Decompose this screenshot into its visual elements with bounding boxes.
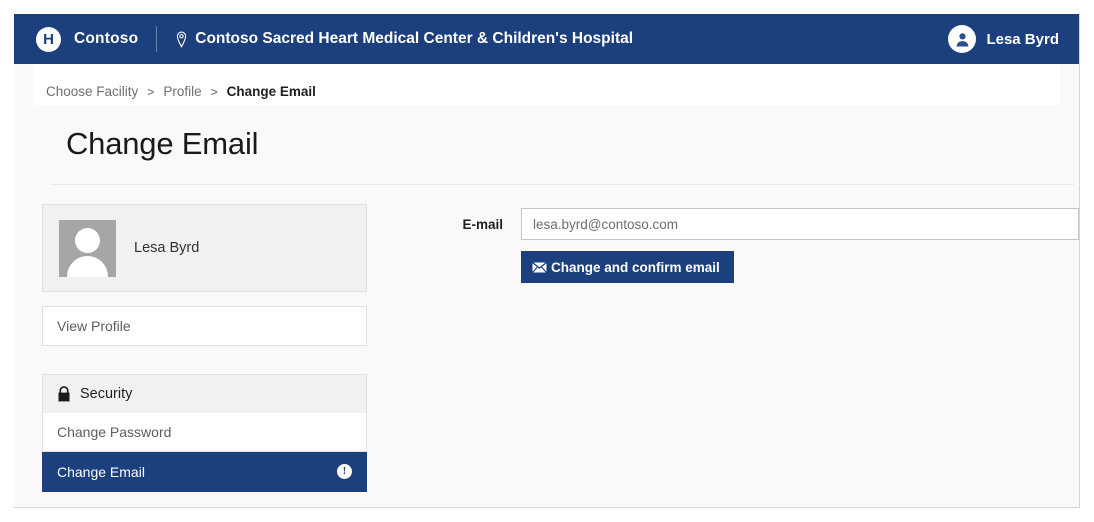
- user-name: Lesa Byrd: [986, 30, 1059, 48]
- facility-name: Contoso Sacred Heart Medical Center & Ch…: [195, 30, 634, 47]
- sidebar-group-label: Security: [80, 386, 133, 402]
- app-header: H Contoso Contoso Sacred Heart Medical C…: [14, 14, 1079, 64]
- lock-icon: [57, 386, 71, 402]
- page-body: Lesa Byrd View Profile Security Change P…: [14, 185, 1079, 492]
- email-field-label: E-mail: [462, 216, 503, 232]
- breadcrumb-item-choose-facility[interactable]: Choose Facility: [46, 84, 138, 99]
- brand-name: Contoso: [74, 30, 139, 47]
- breadcrumb-item-change-email: Change Email: [226, 84, 316, 99]
- breadcrumb-separator: >: [210, 84, 218, 99]
- breadcrumb-separator: >: [147, 84, 155, 99]
- placeholder-person-avatar-icon: [59, 219, 116, 277]
- submit-button-label: Change and confirm email: [551, 259, 720, 275]
- facility-selector[interactable]: Contoso Sacred Heart Medical Center & Ch…: [175, 30, 633, 48]
- hospital-h-logo-icon: H: [36, 26, 61, 52]
- email-form-row: E-mail: [439, 208, 1079, 240]
- info-icon[interactable]: !: [337, 464, 352, 479]
- change-and-confirm-email-button[interactable]: Change and confirm email: [521, 251, 734, 283]
- sidebar-item-view-profile[interactable]: View Profile: [42, 306, 367, 346]
- page-title: Change Email: [66, 126, 259, 161]
- email-input[interactable]: [521, 208, 1079, 240]
- sidebar-group-header-security: Security: [42, 374, 367, 413]
- person-avatar-icon: [948, 25, 977, 53]
- sidebar: Lesa Byrd View Profile Security Change P…: [42, 204, 367, 492]
- sidebar-item-change-email[interactable]: Change Email !: [42, 452, 367, 492]
- location-pin-icon: [175, 31, 188, 48]
- brand-group[interactable]: H Contoso: [36, 26, 139, 52]
- app-window: H Contoso Contoso Sacred Heart Medical C…: [14, 14, 1080, 508]
- sidebar-item-label: View Profile: [57, 318, 131, 334]
- header-divider: [156, 26, 158, 52]
- main-content: E-mail Change and confirm email: [439, 204, 1079, 492]
- sidebar-item-change-password[interactable]: Change Password: [42, 413, 367, 452]
- envelope-icon: [532, 261, 551, 273]
- breadcrumb-item-profile[interactable]: Profile: [163, 84, 201, 99]
- sidebar-item-label: Change Email: [57, 463, 145, 480]
- breadcrumb: Choose Facility > Profile > Change Email: [34, 64, 1060, 105]
- submit-row: Change and confirm email: [521, 251, 1079, 283]
- sidebar-item-label: Change Password: [57, 424, 172, 440]
- sidebar-group-security: Security Change Password Change Email !: [42, 374, 367, 492]
- profile-card: Lesa Byrd: [42, 204, 367, 292]
- user-menu[interactable]: Lesa Byrd: [948, 14, 1059, 64]
- profile-card-name: Lesa Byrd: [134, 240, 200, 256]
